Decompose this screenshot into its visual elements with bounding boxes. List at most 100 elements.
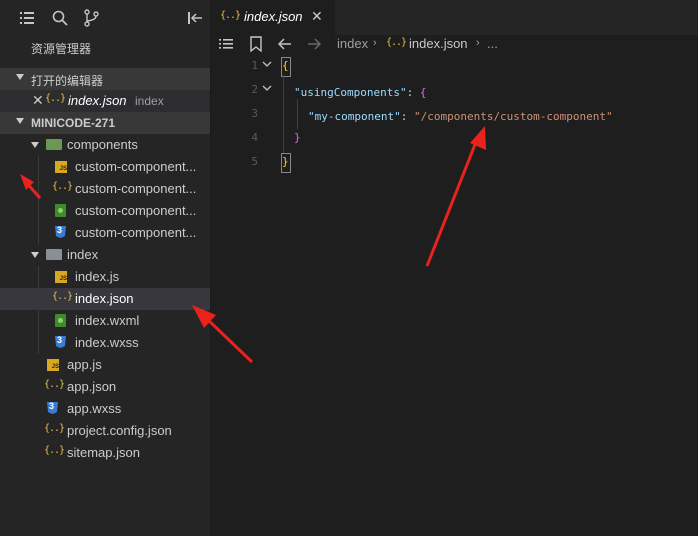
wxss-file-icon	[55, 335, 66, 349]
tree-file[interactable]: {..} custom-component...	[0, 178, 210, 200]
project-label: MINICODE-271	[31, 116, 116, 130]
chevron-down-icon	[31, 142, 39, 148]
editor-tab[interactable]: {..} index.json ✕	[211, 0, 336, 35]
tree-file[interactable]: {..} sitemap.json	[0, 442, 210, 464]
open-editor-item[interactable]: ✕ {..} index.json index	[0, 90, 210, 112]
tab-bar-empty	[335, 0, 698, 35]
tree-file[interactable]: custom-component...	[0, 222, 210, 244]
outline-list-icon[interactable]	[218, 37, 234, 51]
tree-file[interactable]: index.wxml	[0, 310, 210, 332]
close-icon[interactable]: ✕	[32, 92, 44, 109]
json-file-icon: {..}	[44, 423, 65, 434]
tree-file[interactable]: custom-component...	[0, 200, 210, 222]
json-colon: :	[400, 110, 414, 123]
line-number: 1	[251, 59, 258, 72]
open-editors-label: 打开的编辑器	[31, 74, 104, 88]
tree-label: app.js	[67, 357, 102, 372]
wxss-file-icon	[47, 401, 58, 415]
json-file-icon: {..}	[52, 291, 73, 302]
tree-folder-components[interactable]: components	[0, 134, 210, 156]
arrow-right-icon[interactable]	[307, 38, 321, 50]
code-close-outer: }	[282, 155, 289, 168]
code-line-2: "usingComponents": {	[294, 83, 426, 101]
json-file-icon: {..}	[44, 379, 65, 390]
close-icon[interactable]: ✕	[311, 8, 323, 25]
chevron-down-icon	[31, 252, 39, 258]
tree-file[interactable]: index.wxss	[0, 332, 210, 354]
tree-folder-index[interactable]: index	[0, 244, 210, 266]
wxml-file-icon	[55, 314, 66, 327]
code-line-3: "my-component": "/components/custom-comp…	[308, 107, 613, 125]
tree-file[interactable]: JS custom-component...	[0, 156, 210, 178]
chevron-down-icon	[16, 74, 24, 80]
tree-label: app.json	[67, 379, 117, 394]
breadcrumb-file[interactable]: index.json	[409, 36, 468, 51]
wxss-file-icon	[55, 225, 66, 239]
tree-label: custom-component...	[75, 225, 197, 240]
tree-file[interactable]: JS index.js	[0, 266, 210, 288]
json-file-icon: {..}	[44, 445, 65, 456]
indent-guide	[297, 99, 298, 129]
source-control-icon[interactable]	[83, 9, 101, 27]
sidebar-divider	[210, 0, 211, 536]
tree-label: custom-component...	[75, 159, 197, 174]
tree-file[interactable]: JS app.js	[0, 354, 210, 376]
tree-label: project.config.json	[67, 423, 172, 438]
tree-file[interactable]: {..} project.config.json	[0, 420, 210, 442]
json-brace: {	[419, 86, 427, 99]
tree-label: index.wxss	[75, 335, 139, 350]
json-file-icon: {..}	[45, 93, 66, 104]
line-number: 3	[251, 107, 258, 120]
breadcrumb-ellipsis[interactable]: ...	[487, 36, 498, 51]
breadcrumb-folder[interactable]: index	[337, 36, 368, 51]
json-file-icon: {..}	[52, 181, 73, 192]
tree-label: custom-component...	[75, 181, 197, 196]
line-number: 2	[251, 83, 258, 96]
folder-icon	[46, 249, 62, 260]
json-key: "my-component"	[308, 110, 401, 123]
json-key: "usingComponents"	[294, 86, 407, 99]
js-file-icon: JS	[55, 271, 67, 283]
open-editor-filename: index.json	[68, 93, 127, 108]
explorer-sidebar: 资源管理器 打开的编辑器 ✕ {..} index.json index MIN…	[0, 0, 210, 536]
tree-label: index.json	[75, 291, 134, 306]
tree-file[interactable]: app.wxss	[0, 398, 210, 420]
tree-label: sitemap.json	[67, 445, 140, 460]
tree-file[interactable]: {..} app.json	[0, 376, 210, 398]
fold-chevron-icon[interactable]	[262, 84, 272, 92]
code-close-inner: }	[294, 131, 301, 144]
tree-file-selected[interactable]: {..} index.json	[0, 288, 210, 310]
chevron-right-icon: ›	[476, 37, 480, 49]
js-file-icon: JS	[47, 359, 59, 371]
json-file-icon: {..}	[220, 10, 241, 21]
tree-label: index.wxml	[75, 313, 140, 328]
open-editors-header[interactable]: 打开的编辑器	[0, 68, 210, 90]
collapse-sidebar-icon[interactable]	[186, 9, 204, 27]
js-file-icon: JS	[55, 161, 67, 173]
tree-label: components	[67, 137, 138, 152]
fold-chevron-icon[interactable]	[262, 60, 272, 68]
chevron-down-icon	[16, 118, 24, 124]
tree-label: index	[67, 247, 99, 262]
tree-label: index.js	[75, 269, 120, 284]
project-header[interactable]: MINICODE-271	[0, 112, 210, 134]
line-number: 4	[251, 131, 258, 144]
json-string-value: "/components/custom-component"	[413, 110, 613, 123]
tree-label: custom-component...	[75, 203, 197, 218]
chevron-right-icon: ›	[373, 37, 377, 49]
open-editor-folder: index	[135, 94, 164, 108]
list-icon[interactable]	[18, 9, 36, 27]
indent-guide	[283, 75, 284, 153]
wxml-file-icon	[55, 204, 66, 217]
json-colon: :	[406, 86, 420, 99]
line-number: 5	[251, 155, 258, 168]
json-file-icon: {..}	[386, 37, 407, 48]
search-icon[interactable]	[51, 9, 69, 27]
code-open-brace: {	[282, 59, 289, 72]
folder-icon	[46, 139, 62, 150]
bookmark-icon[interactable]	[250, 36, 262, 52]
arrow-left-icon[interactable]	[278, 38, 292, 50]
red-arrow-icon	[425, 126, 486, 267]
explorer-title: 资源管理器	[31, 42, 92, 56]
tab-label: index.json	[244, 9, 303, 24]
